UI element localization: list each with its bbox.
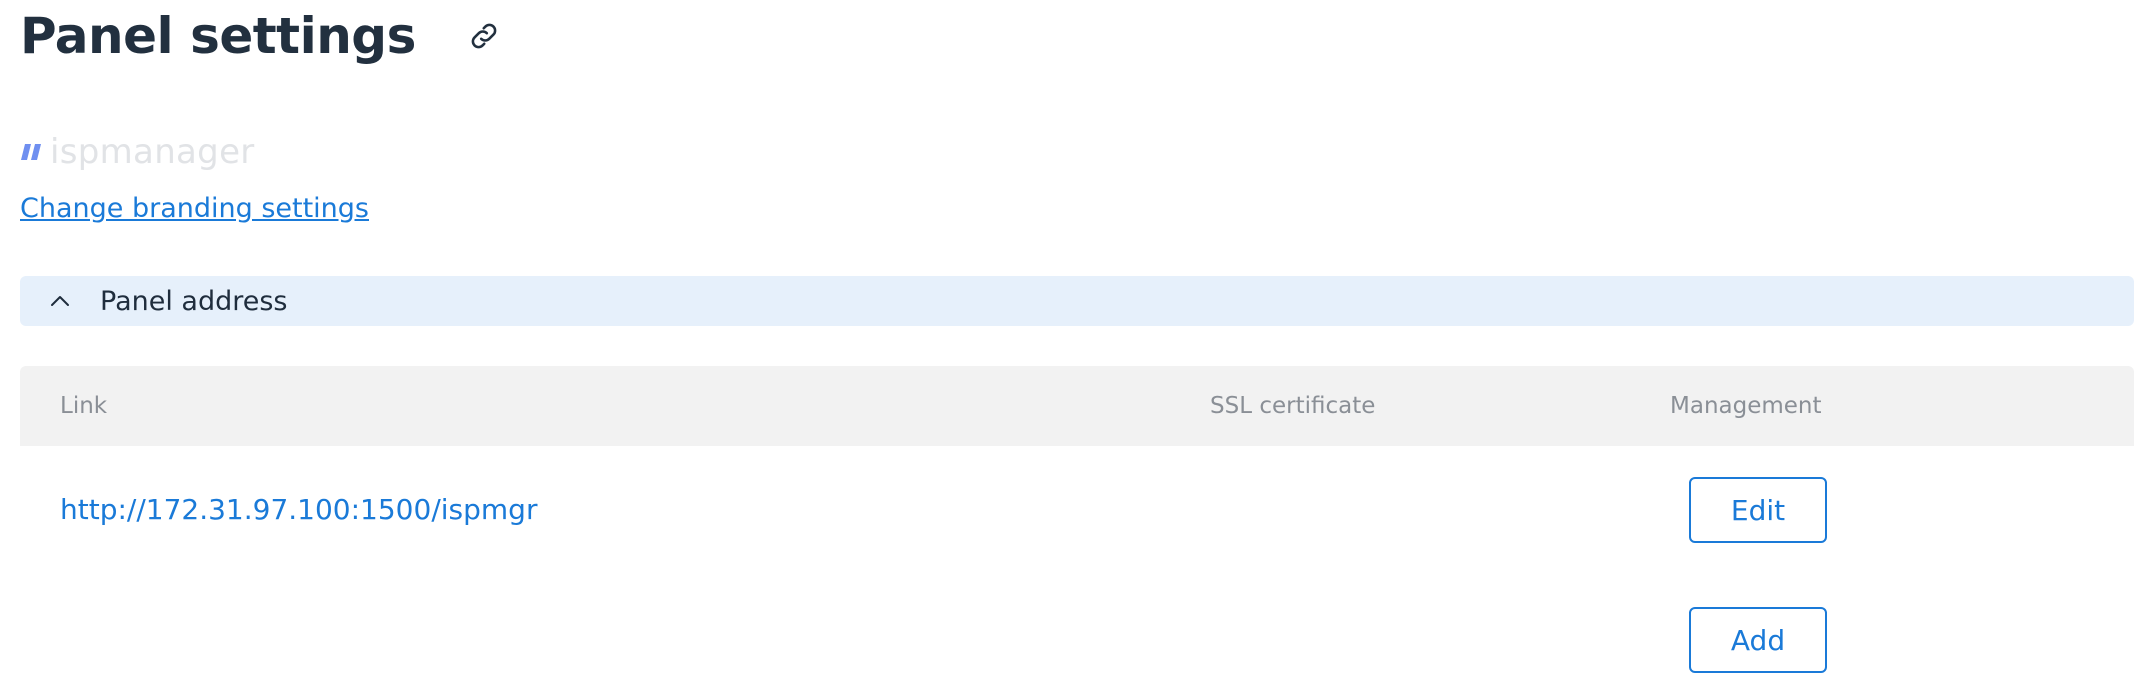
chevron-up-icon[interactable] <box>40 295 80 307</box>
table-header: Link SSL certificate Management <box>20 366 2134 446</box>
section-title: Panel address <box>100 285 288 317</box>
change-branding-link[interactable]: Change branding settings <box>20 193 369 224</box>
panel-address-link[interactable]: http://172.31.97.100:1500/ispmgr <box>60 490 537 530</box>
column-header-link: Link <box>60 393 108 419</box>
edit-button[interactable]: Edit <box>1689 477 1827 543</box>
link-icon[interactable] <box>464 16 504 56</box>
brand-logo: ispmanager <box>20 132 255 172</box>
page-title: Panel settings <box>20 7 416 65</box>
title-row: Panel settings <box>20 4 504 68</box>
add-button[interactable]: Add <box>1689 607 1827 673</box>
brand-name: ispmanager <box>50 132 255 172</box>
panel-address-section-header[interactable]: Panel address <box>20 276 2134 326</box>
column-header-ssl-certificate: SSL certificate <box>1210 393 1376 419</box>
brand-mark-icon <box>20 142 46 162</box>
column-header-management: Management <box>1670 393 1822 419</box>
